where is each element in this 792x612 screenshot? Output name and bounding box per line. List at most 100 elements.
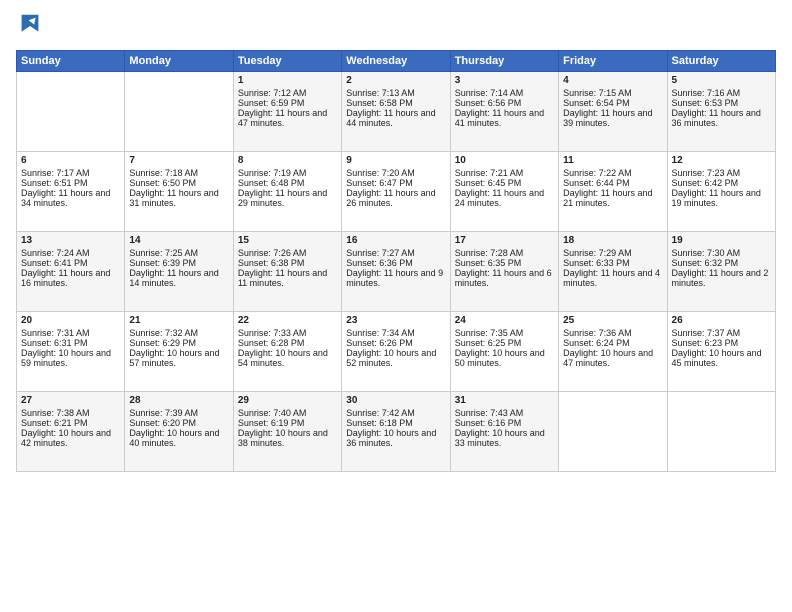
sunset-text: Sunset: 6:53 PM: [672, 98, 771, 108]
day-number: 13: [21, 235, 120, 246]
calendar-table: SundayMondayTuesdayWednesdayThursdayFrid…: [16, 50, 776, 472]
calendar-cell: 8 Sunrise: 7:19 AMSunset: 6:48 PMDaylight…: [233, 152, 341, 232]
calendar-cell: [17, 72, 125, 152]
calendar-cell: 22Sunrise: 7:33 AMSunset: 6:28 PMDayligh…: [233, 312, 341, 392]
day-number: 14: [129, 235, 228, 246]
day-number: 20: [21, 315, 120, 326]
calendar-cell: 7Sunrise: 7:18 AMSunset: 6:50 PMDaylight…: [125, 152, 233, 232]
calendar-cell: 2Sunrise: 7:13 AMSunset: 6:58 PMDaylight…: [342, 72, 450, 152]
page: SundayMondayTuesdayWednesdayThursdayFrid…: [0, 0, 792, 612]
calendar-cell: 6Sunrise: 7:17 AMSunset: 6:51 PMDaylight…: [17, 152, 125, 232]
sunrise-text: Sunrise: 7:21 AM: [455, 168, 554, 178]
sunset-text: Sunset: 6:44 PM: [563, 178, 662, 188]
daylight-text: Daylight: 11 hours and 36 minutes.: [672, 108, 771, 128]
daylight-text: Daylight: 10 hours and 54 minutes.: [238, 348, 337, 368]
sunset-text: Sunset: 6:42 PM: [672, 178, 771, 188]
calendar-cell: 19Sunrise: 7:30 AMSunset: 6:32 PMDayligh…: [667, 232, 775, 312]
sunrise-text: Sunrise: 7:35 AM: [455, 328, 554, 338]
sunrise-text: Sunrise: 7:18 AM: [129, 168, 228, 178]
sunrise-text: Sunrise: 7:37 AM: [672, 328, 771, 338]
day-number: 26: [672, 315, 771, 326]
day-number: 23: [346, 315, 445, 326]
calendar-cell: [559, 392, 667, 472]
sunrise-text: Sunrise: 7:32 AM: [129, 328, 228, 338]
logo-icon: [16, 12, 44, 40]
sunset-text: Sunset: 6:50 PM: [129, 178, 228, 188]
sunset-text: Sunset: 6:24 PM: [563, 338, 662, 348]
sunset-text: Sunset: 6:56 PM: [455, 98, 554, 108]
day-number: 30: [346, 395, 445, 406]
daylight-text: Daylight: 10 hours and 45 minutes.: [672, 348, 771, 368]
sunset-text: Sunset: 6:58 PM: [346, 98, 445, 108]
calendar-cell: 12Sunrise: 7:23 AMSunset: 6:42 PMDayligh…: [667, 152, 775, 232]
daylight-text: Daylight: 11 hours and 21 minutes.: [563, 188, 662, 208]
daylight-text: Daylight: 11 hours and 41 minutes.: [455, 108, 554, 128]
day-number: 6: [21, 155, 120, 166]
daylight-text: Daylight: 11 hours and 26 minutes.: [346, 188, 445, 208]
sunrise-text: Sunrise: 7:43 AM: [455, 408, 554, 418]
sunset-text: Sunset: 6:19 PM: [238, 418, 337, 428]
day-number: 17: [455, 235, 554, 246]
sunrise-text: Sunrise: 7:39 AM: [129, 408, 228, 418]
sunrise-text: Sunrise: 7:20 AM: [346, 168, 445, 178]
day-header: Tuesday: [233, 51, 341, 72]
day-number: 1: [238, 75, 337, 86]
day-header: Wednesday: [342, 51, 450, 72]
sunset-text: Sunset: 6:18 PM: [346, 418, 445, 428]
sunrise-text: Sunrise: 7:33 AM: [238, 328, 337, 338]
sunrise-text: Sunrise: 7:24 AM: [21, 248, 120, 258]
daylight-text: Daylight: 11 hours and 6 minutes.: [455, 268, 554, 288]
sunrise-text: Sunrise: 7:36 AM: [563, 328, 662, 338]
sunset-text: Sunset: 6:48 PM: [238, 178, 337, 188]
daylight-text: Daylight: 11 hours and 2 minutes.: [672, 268, 771, 288]
day-number: 29: [238, 395, 337, 406]
sunset-text: Sunset: 6:47 PM: [346, 178, 445, 188]
sunset-text: Sunset: 6:23 PM: [672, 338, 771, 348]
header: [16, 12, 776, 40]
sunset-text: Sunset: 6:29 PM: [129, 338, 228, 348]
day-header: Thursday: [450, 51, 558, 72]
daylight-text: Daylight: 10 hours and 36 minutes.: [346, 428, 445, 448]
calendar-cell: [667, 392, 775, 472]
daylight-text: Daylight: 11 hours and 9 minutes.: [346, 268, 445, 288]
week-row: 6Sunrise: 7:17 AMSunset: 6:51 PMDaylight…: [17, 152, 776, 232]
daylight-text: Daylight: 11 hours and 31 minutes.: [129, 188, 228, 208]
calendar-cell: 4Sunrise: 7:15 AMSunset: 6:54 PMDaylight…: [559, 72, 667, 152]
sunset-text: Sunset: 6:16 PM: [455, 418, 554, 428]
day-number: 21: [129, 315, 228, 326]
day-header: Monday: [125, 51, 233, 72]
calendar-cell: 30Sunrise: 7:42 AMSunset: 6:18 PMDayligh…: [342, 392, 450, 472]
sunrise-text: Sunrise: 7:19 AM: [238, 168, 337, 178]
sunrise-text: Sunrise: 7:15 AM: [563, 88, 662, 98]
day-header: Friday: [559, 51, 667, 72]
sunset-text: Sunset: 6:33 PM: [563, 258, 662, 268]
day-number: 8: [238, 155, 337, 166]
sunset-text: Sunset: 6:35 PM: [455, 258, 554, 268]
calendar-cell: 28Sunrise: 7:39 AMSunset: 6:20 PMDayligh…: [125, 392, 233, 472]
calendar-cell: 14Sunrise: 7:25 AMSunset: 6:39 PMDayligh…: [125, 232, 233, 312]
calendar-cell: 11Sunrise: 7:22 AMSunset: 6:44 PMDayligh…: [559, 152, 667, 232]
daylight-text: Daylight: 11 hours and 4 minutes.: [563, 268, 662, 288]
calendar-cell: 10Sunrise: 7:21 AMSunset: 6:45 PMDayligh…: [450, 152, 558, 232]
daylight-text: Daylight: 11 hours and 19 minutes.: [672, 188, 771, 208]
daylight-text: Daylight: 10 hours and 50 minutes.: [455, 348, 554, 368]
week-row: 27Sunrise: 7:38 AMSunset: 6:21 PMDayligh…: [17, 392, 776, 472]
calendar-cell: 20Sunrise: 7:31 AMSunset: 6:31 PMDayligh…: [17, 312, 125, 392]
week-row: 1Sunrise: 7:12 AMSunset: 6:59 PMDaylight…: [17, 72, 776, 152]
week-row: 20Sunrise: 7:31 AMSunset: 6:31 PMDayligh…: [17, 312, 776, 392]
day-number: 22: [238, 315, 337, 326]
day-header: Sunday: [17, 51, 125, 72]
sunset-text: Sunset: 6:51 PM: [21, 178, 120, 188]
daylight-text: Daylight: 11 hours and 29 minutes.: [238, 188, 337, 208]
daylight-text: Daylight: 10 hours and 42 minutes.: [21, 428, 120, 448]
sunset-text: Sunset: 6:41 PM: [21, 258, 120, 268]
daylight-text: Daylight: 11 hours and 24 minutes.: [455, 188, 554, 208]
calendar-cell: 3Sunrise: 7:14 AMSunset: 6:56 PMDaylight…: [450, 72, 558, 152]
sunset-text: Sunset: 6:36 PM: [346, 258, 445, 268]
daylight-text: Daylight: 11 hours and 11 minutes.: [238, 268, 337, 288]
day-number: 10: [455, 155, 554, 166]
daylight-text: Daylight: 10 hours and 59 minutes.: [21, 348, 120, 368]
calendar-cell: 1Sunrise: 7:12 AMSunset: 6:59 PMDaylight…: [233, 72, 341, 152]
day-number: 19: [672, 235, 771, 246]
sunset-text: Sunset: 6:26 PM: [346, 338, 445, 348]
